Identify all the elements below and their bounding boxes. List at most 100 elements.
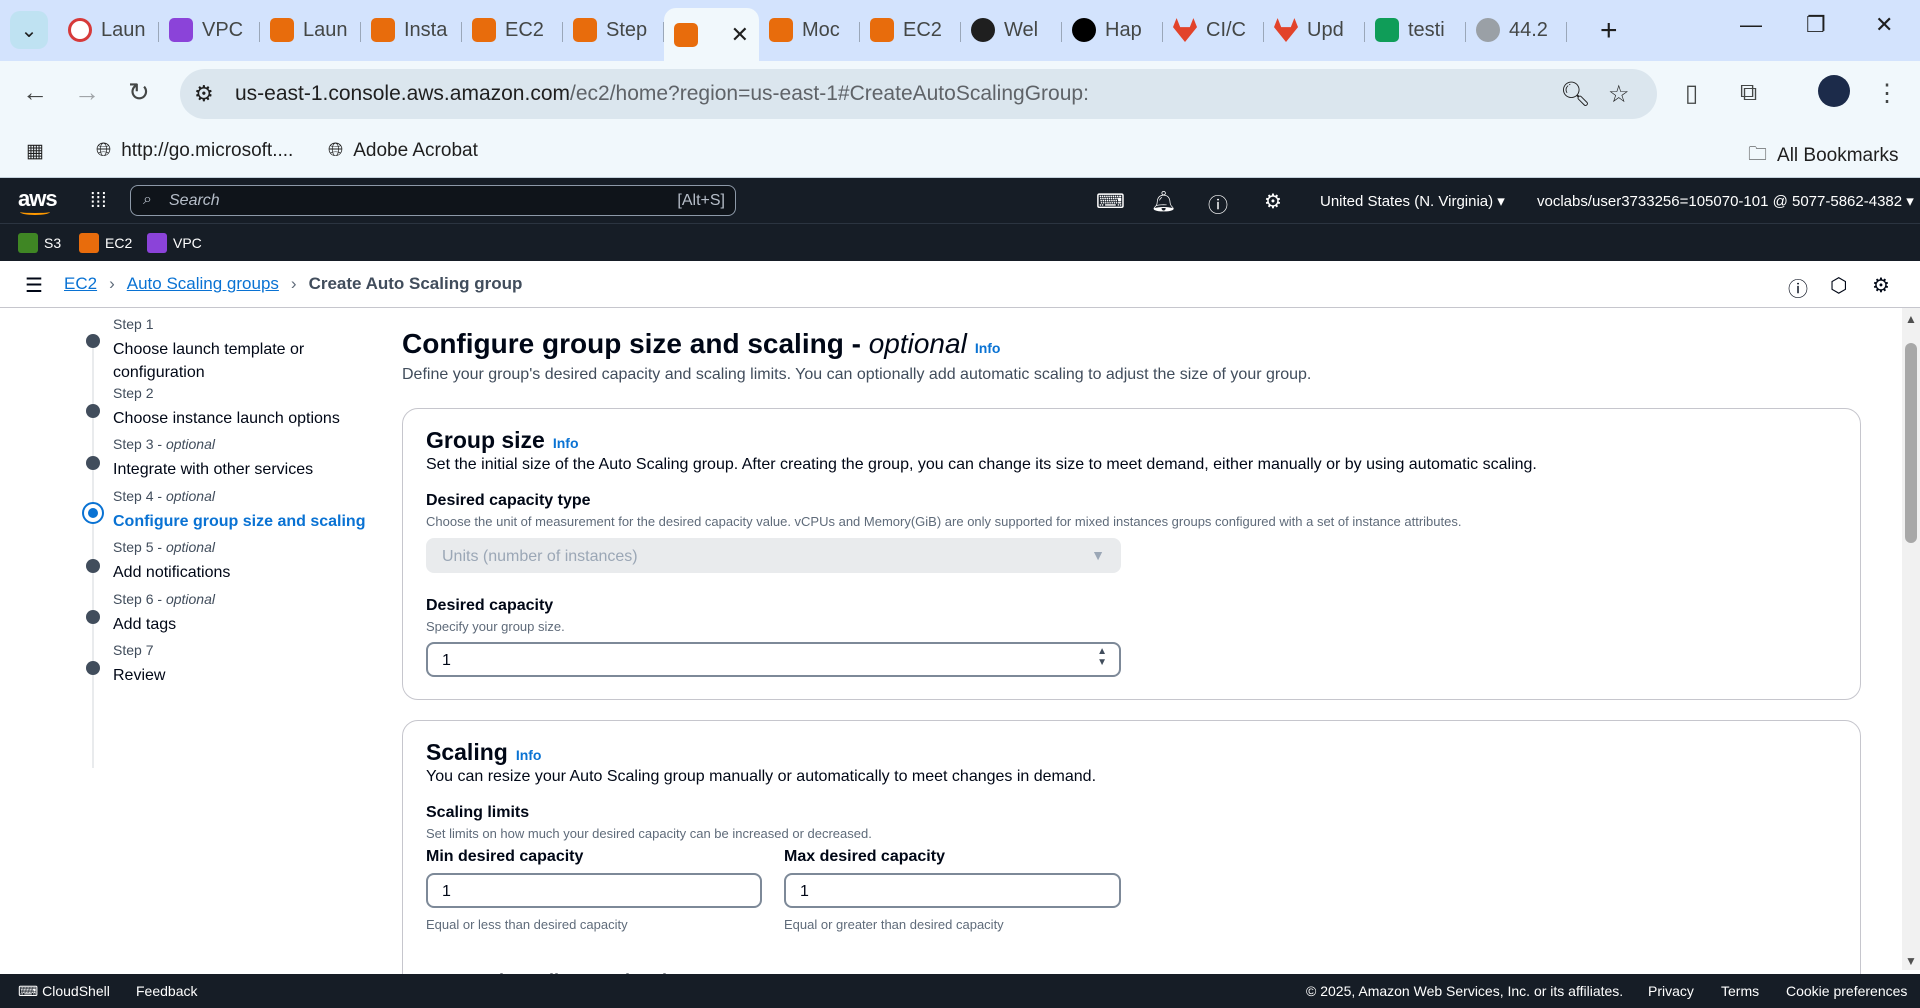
site-info-icon[interactable]: ⚙ [194,81,214,107]
wizard-step[interactable]: Step 6 - optional Add tags [113,591,215,636]
cookie-preferences-link[interactable]: Cookie preferences [1786,983,1907,999]
desired-capacity-label: Desired capacity [426,597,554,614]
page-scrollbar[interactable]: ▲ ▼ [1902,308,1920,970]
wizard-step[interactable]: Step 1 Choose launch template or configur… [113,316,313,384]
service-ec2[interactable]: EC2 [79,233,132,253]
browser-tab[interactable]: VPC [159,8,260,52]
notifications-panel-icon[interactable]: ⬡ [1830,273,1847,298]
close-tab-icon[interactable]: ✕ [731,22,749,48]
browser-tab[interactable]: Moc [759,8,860,52]
wizard-step[interactable]: Step 4 - optional Configure group size an… [113,488,365,533]
wizard-step[interactable]: Step 2 Choose instance launch options [113,385,340,430]
all-bookmarks[interactable]: 🗀 All Bookmarks [1748,140,1898,172]
step-number: Step 1 [113,316,154,332]
step-indicator [86,404,100,418]
browser-tab[interactable]: Hap [1062,8,1163,52]
wizard-step[interactable]: Step 5 - optional Add notifications [113,539,230,584]
aws-top-nav: aws ⁞⁞⁞ ⌕ Search [Alt+S] ⌨ 🔔︎ ⓘ ⚙ United… [0,178,1920,223]
feedback-link[interactable]: Feedback [136,983,197,999]
cloudshell-icon[interactable]: ⌨ [1096,189,1125,214]
url-text[interactable]: us-east-1.console.aws.amazon.com/ec2/hom… [235,82,1089,106]
back-button[interactable]: ← [22,77,48,108]
extensions-icon[interactable]: ⧉ [1740,79,1757,107]
browser-tab[interactable]: 44.2 [1466,8,1567,52]
step-indicator [86,559,100,573]
step-indicator [86,610,100,624]
capacity-type-select[interactable]: Units (number of instances) ▼ [426,538,1121,573]
account-menu[interactable]: voclabs/user3733256=105070-101 @ 5077-58… [1537,192,1914,210]
wizard-step[interactable]: Step 3 - optional Integrate with other se… [113,436,313,481]
red-ring-icon [68,18,92,42]
services-grid-icon[interactable]: ⁞⁞⁞ [90,190,107,213]
bookmark-acrobat[interactable]: 🌐︎ Adobe Acrobat [328,140,478,162]
desired-capacity-input[interactable]: 1 ▲ ▼ [426,642,1121,677]
scroll-down-icon[interactable]: ▼ [1905,954,1917,968]
max-capacity-input[interactable]: 1 [784,873,1121,908]
minimize-button[interactable]: — [1740,12,1762,38]
favorites-service-bar: S3 EC2 VPC [0,223,1920,261]
scrollbar-thumb[interactable] [1905,343,1917,543]
help-icon[interactable]: ⓘ [1208,189,1228,218]
step-name: Choose instance launch options [113,410,340,427]
max-capacity-hint: Equal or greater than desired capacity [784,917,1004,932]
tab-title: Upd [1307,18,1344,41]
group-size-info-link[interactable]: Info [553,435,579,451]
step-number: Step 4 - optional [113,488,215,504]
scaling-info-link[interactable]: Info [516,747,542,763]
tab-title: VPC [202,18,244,41]
browser-tab[interactable]: Upd [1264,8,1365,52]
forward-button[interactable]: → [74,77,100,108]
browser-tab[interactable]: Wel [961,8,1062,52]
browser-tab[interactable]: Laun [58,8,159,52]
step-indicator [86,661,100,675]
browser-tab[interactable]: testi [1365,8,1466,52]
scroll-up-icon[interactable]: ▲ [1905,312,1917,326]
service-s3[interactable]: S3 [18,233,61,253]
number-stepper-icon[interactable]: ▲ ▼ [1097,646,1107,668]
reload-button[interactable]: ↻ [128,77,150,108]
breadcrumb-ec2[interactable]: EC2 [64,274,97,294]
region-selector[interactable]: United States (N. Virginia) ▾ [1320,192,1505,210]
browser-tab[interactable]: EC2 [860,8,961,52]
settings-gear-icon[interactable]: ⚙ [1264,189,1282,214]
step-connector-line [92,338,94,768]
chevron-down-icon: ⌄ [20,19,38,42]
display-settings-icon[interactable]: ⚙ [1872,273,1890,298]
privacy-link[interactable]: Privacy [1648,983,1694,999]
tab-search-button[interactable]: ⌄ [10,11,48,49]
gitlab-check-icon [1274,18,1298,42]
terms-link[interactable]: Terms [1721,983,1759,999]
restore-button[interactable]: ❐ [1806,12,1826,38]
notifications-bell-icon[interactable]: 🔔︎ [1151,189,1176,214]
breadcrumb-auto-scaling-groups[interactable]: Auto Scaling groups [127,274,279,294]
aws-search-input[interactable]: ⌕ Search [Alt+S] [130,185,736,216]
apps-grid-icon[interactable]: ▦ [26,140,44,163]
browser-tab[interactable]: Step [563,8,664,52]
bookmark-star-icon[interactable]: ☆ [1608,80,1630,109]
menu-icon[interactable]: ⋮ [1875,79,1899,108]
zoom-icon[interactable]: 🔍︎ [1560,80,1590,109]
close-window-button[interactable]: ✕ [1875,12,1893,38]
page-info-link[interactable]: Info [975,340,1001,356]
service-vpc[interactable]: VPC [147,233,202,253]
reading-mode-icon[interactable]: ▯ [1685,79,1698,108]
browser-tab[interactable]: ✕ [664,8,759,61]
wizard-step[interactable]: Step 7 Review [113,642,165,687]
profile-avatar[interactable] [1818,75,1850,107]
cloudshell-footer-button[interactable]: ⌨ CloudShell [18,983,110,1000]
side-nav-menu-icon[interactable]: ☰ [25,273,43,298]
new-tab-button[interactable]: + [1600,14,1618,48]
tab-title: Hap [1105,18,1142,41]
bookmark-microsoft[interactable]: 🌐︎ http://go.microsoft.... [96,140,293,162]
browser-tab[interactable]: EC2 [462,8,563,52]
min-capacity-input[interactable]: 1 [426,873,762,908]
info-panel-icon[interactable]: ⓘ [1788,273,1808,302]
tab-title: Wel [1004,18,1039,41]
browser-tab[interactable]: CI/C [1163,8,1264,52]
browser-tab[interactable]: Insta [361,8,462,52]
omnibox[interactable]: ⚙ us-east-1.console.aws.amazon.com/ec2/h… [180,69,1657,119]
group-size-panel: Group size Info Set the initial size of t… [402,408,1861,700]
step-number: Step 7 [113,642,154,658]
scaling-panel: Scaling Info You can resize your Auto Sca… [402,720,1861,1000]
browser-tab[interactable]: Laun [260,8,361,52]
